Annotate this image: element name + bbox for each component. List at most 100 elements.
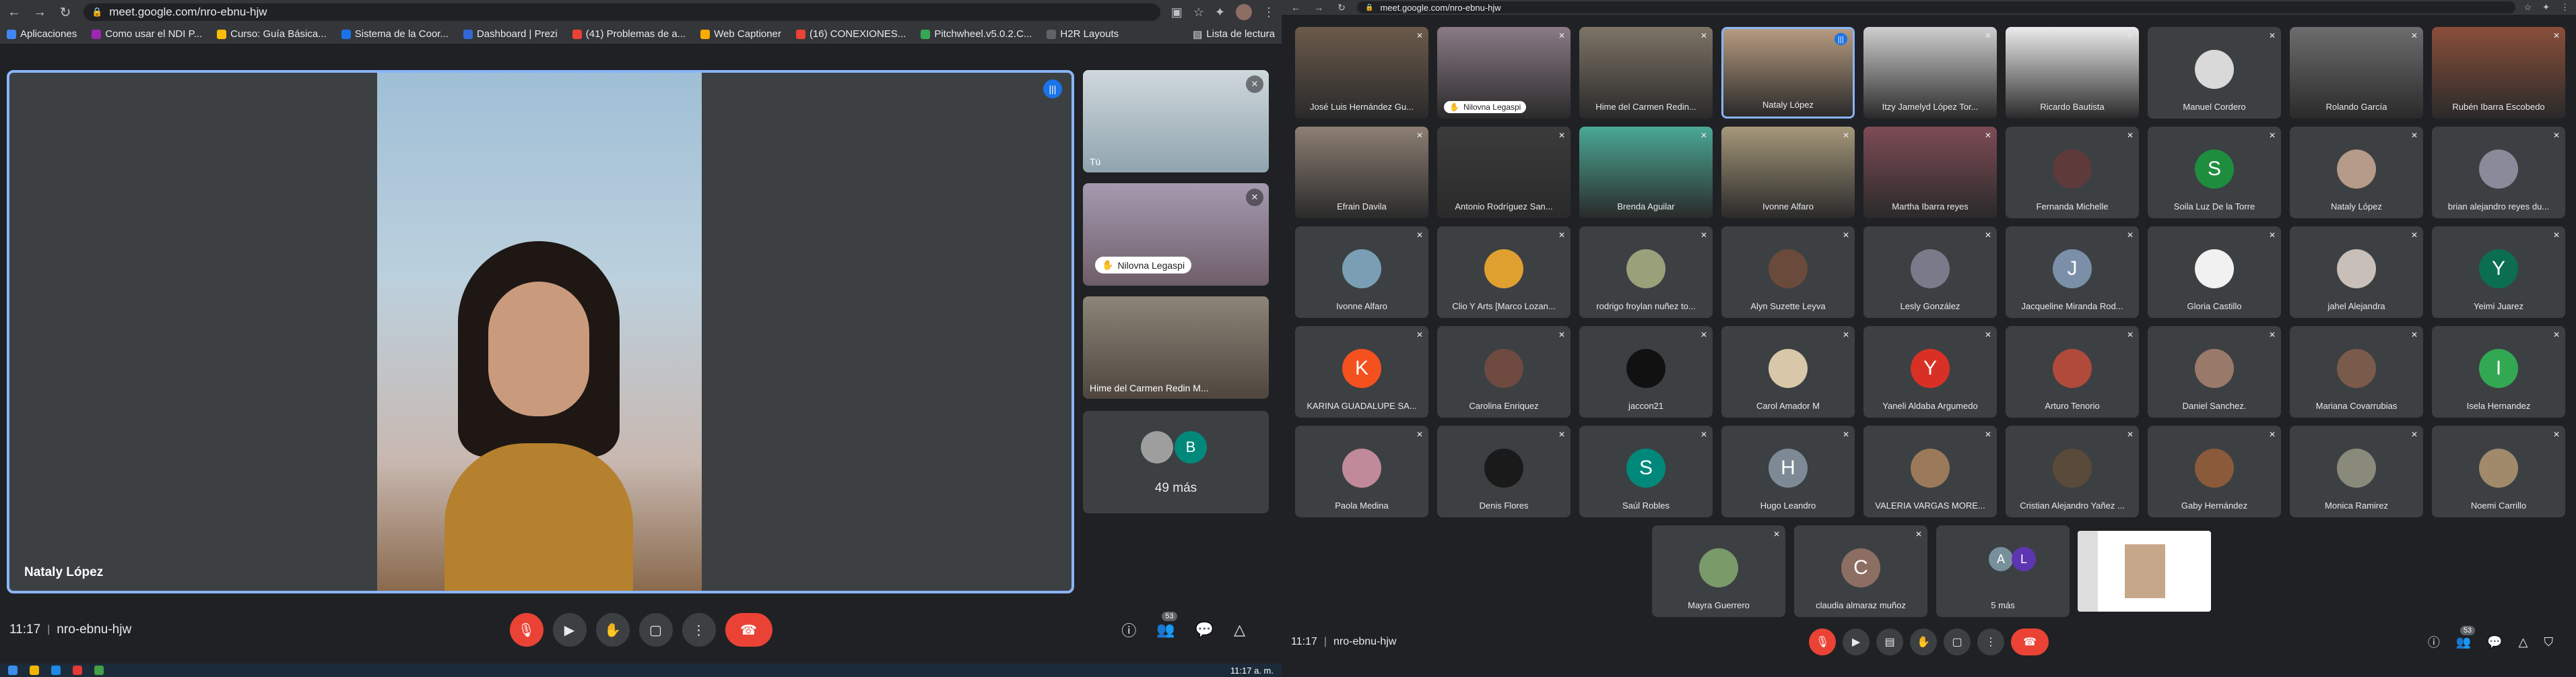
participant-tile[interactable]: ✕ Hime del Carmen Redin... [1579,27,1713,119]
bookmark-item[interactable]: (41) Problemas de a... [572,28,686,40]
more-participants-tile[interactable]: B 49 más [1083,411,1269,513]
camera-toggle-button[interactable]: ▶ [1843,628,1870,655]
bookmark-item[interactable]: Como usar el NDI P... [92,28,202,40]
people-icon[interactable]: 👥 53 [1156,612,1177,639]
side-tile-self[interactable]: ✕ Tú [1083,70,1269,172]
bookmark-item[interactable]: Aplicaciones [7,28,77,40]
present-button[interactable]: ▢ [638,613,673,647]
participant-tile[interactable]: ✕ Gloria Castillo [2148,226,2281,318]
side-tile-hime[interactable]: Hime del Carmen Redin M... [1083,296,1269,399]
leave-call-button[interactable]: ☎ [725,613,772,647]
profile-avatar[interactable] [1236,4,1252,20]
participant-tile[interactable]: ✕ Ivonne Alfaro [1721,127,1855,218]
participant-tile[interactable]: ✕ Arturo Tenorio [2006,326,2139,418]
participant-tile[interactable]: ✕ Daniel Sanchez. [2148,326,2281,418]
back-icon[interactable]: ← [7,5,22,20]
address-bar[interactable]: 🔒 meet.google.com/nro-ebnu-hjw [84,3,1160,21]
bookmark-item[interactable]: Web Captioner [700,28,781,40]
participant-tile[interactable]: K ✕ KARINA GUADALUPE SA... [1295,326,1428,418]
leave-call-button[interactable]: ☎ [2011,628,2049,655]
participant-tile[interactable]: ✕ Rolando García [2290,27,2423,119]
participant-tile[interactable]: ✕ brian alejandro reyes du... [2432,127,2565,218]
people-icon[interactable]: 👥 53 [2456,625,2476,649]
star-icon[interactable]: ☆ [2523,2,2532,13]
presentation-thumbnail[interactable] [2078,531,2211,612]
participant-tile[interactable]: ✕ José Luis Hernández Gu... [1295,27,1428,119]
participant-tile[interactable]: ✕ Denis Flores [1437,426,1571,517]
participant-tile[interactable]: Y ✕ Yeimi Juarez [2432,226,2565,318]
participant-tile[interactable]: ✕ Noemi Carrillo [2432,426,2565,517]
more-options-button[interactable]: ⋮ [682,613,716,647]
raise-hand-button[interactable]: ✋ [595,613,630,647]
menu-icon[interactable]: ⋮ [2561,2,2569,13]
info-icon[interactable]: ⓘ [1121,619,1136,641]
participant-tile[interactable]: S ✕ Saúl Robles [1579,426,1713,517]
reading-list-button[interactable]: ▤ Lista de lectura [1193,28,1275,40]
participant-tile[interactable]: ✕ Carolina Enriquez [1437,326,1571,418]
taskbar-app-icon[interactable] [30,666,39,675]
more-options-button[interactable]: ⋮ [1977,628,2004,655]
activities-icon[interactable]: △ [2519,635,2528,649]
bookmark-item[interactable]: Dashboard | Prezi [463,28,558,40]
puzzle-icon[interactable]: ✦ [1215,5,1225,20]
puzzle-icon[interactable]: ✦ [2542,2,2550,13]
forward-icon[interactable]: → [1311,2,1326,13]
participant-tile[interactable]: C ✕ claudia almaraz muñoz [1794,525,1927,617]
participant-tile[interactable]: ✕ Paola Medina [1295,426,1428,517]
participant-tile[interactable]: ✕ Mariana Covarrubias [2290,326,2423,418]
bookmark-item[interactable]: Pitchwheel.v5.0.2.C... [921,28,1032,40]
participant-tile[interactable]: ✕ Alyn Suzette Leyva [1721,226,1855,318]
participant-tile[interactable]: ✕ Clio Y Arts [Marco Lozan... [1437,226,1571,318]
participant-tile[interactable]: ✕ VALERIA VARGAS MORE... [1863,426,1997,517]
chat-icon[interactable]: 💬 [2487,635,2502,649]
address-bar[interactable]: 🔒 meet.google.com/nro-ebnu-hjw [1357,1,2516,13]
menu-icon[interactable]: ⋮ [1263,5,1275,20]
camera-icon[interactable]: ▣ [1171,5,1183,20]
participant-tile[interactable]: ✕ Gaby Hernández [2148,426,2281,517]
activities-icon[interactable]: △ [1234,621,1245,639]
star-icon[interactable]: ☆ [1193,5,1204,20]
mic-toggle-button[interactable]: 🎙 [1809,628,1836,655]
participant-tile[interactable]: ✕ Brenda Aguilar [1579,127,1713,218]
participant-tile[interactable]: ✕ Ricardo Bautista [2006,27,2139,119]
participant-tile[interactable]: H ✕ Hugo Leandro [1721,426,1855,517]
taskbar-app-icon[interactable] [94,666,104,675]
participant-tile[interactable]: ✕ Martha Ibarra reyes [1863,127,1997,218]
participant-tile[interactable]: ✕ Antonio Rodríguez San... [1437,127,1571,218]
participant-tile[interactable]: ||| Nataly López [1721,27,1855,119]
participant-tile[interactable]: Y ✕ Yaneli Aldaba Argumedo [1863,326,1997,418]
participant-tile[interactable]: ✕ Nataly López [2290,127,2423,218]
participant-tile[interactable]: ✕ Cristian Alejandro Yañez ... [2006,426,2139,517]
spotlight-tile[interactable]: ||| Nataly López [7,70,1074,593]
taskbar-app-icon[interactable] [73,666,82,675]
bookmark-item[interactable]: (16) CONEXIONES... [795,28,906,40]
reload-icon[interactable]: ↻ [58,4,73,21]
participant-tile[interactable]: ✕ Mayra Guerrero [1652,525,1785,617]
participant-tile[interactable]: I ✕ Isela Hernandez [2432,326,2565,418]
back-icon[interactable]: ← [1288,2,1303,13]
present-button[interactable]: ▢ [1944,628,1971,655]
mic-toggle-button[interactable]: 🎙 [509,613,543,647]
bookmark-item[interactable]: Sistema de la Coor... [341,28,449,40]
participant-tile[interactable]: ✕ Monica Ramirez [2290,426,2423,517]
forward-icon[interactable]: → [32,5,47,20]
side-tile-nilovna[interactable]: ✕ ✋ Nilovna Legaspi [1083,183,1269,286]
taskbar-app-icon[interactable] [51,666,61,675]
participant-tile[interactable]: ✕ Itzy Jamelyd López Tor... [1863,27,1997,119]
participant-tile[interactable]: ✕ Efrain Davila [1295,127,1428,218]
participant-tile[interactable]: ✕ Fernanda Michelle [2006,127,2139,218]
participant-tile[interactable]: ✕ jahel Alejandra [2290,226,2423,318]
participant-tile[interactable]: AL 5 más [1936,525,2070,617]
participant-tile[interactable]: ✕ ✋ Nilovna Legaspi [1437,27,1571,119]
start-icon[interactable] [8,666,18,675]
chat-icon[interactable]: 💬 [1195,621,1214,639]
participant-tile[interactable]: ✕ jaccon21 [1579,326,1713,418]
participant-tile[interactable]: ✕ Carol Amador M [1721,326,1855,418]
participant-tile[interactable]: J ✕ Jacqueline Miranda Rod... [2006,226,2139,318]
bookmark-item[interactable]: H2R Layouts [1047,28,1119,40]
bookmark-item[interactable]: Curso: Guía Básica... [217,28,327,40]
participant-tile[interactable]: ✕ Ivonne Alfaro [1295,226,1428,318]
raise-hand-button[interactable]: ✋ [1910,628,1937,655]
participant-tile[interactable]: ✕ Rubén Ibarra Escobedo [2432,27,2565,119]
captions-button[interactable]: ▤ [1876,628,1903,655]
